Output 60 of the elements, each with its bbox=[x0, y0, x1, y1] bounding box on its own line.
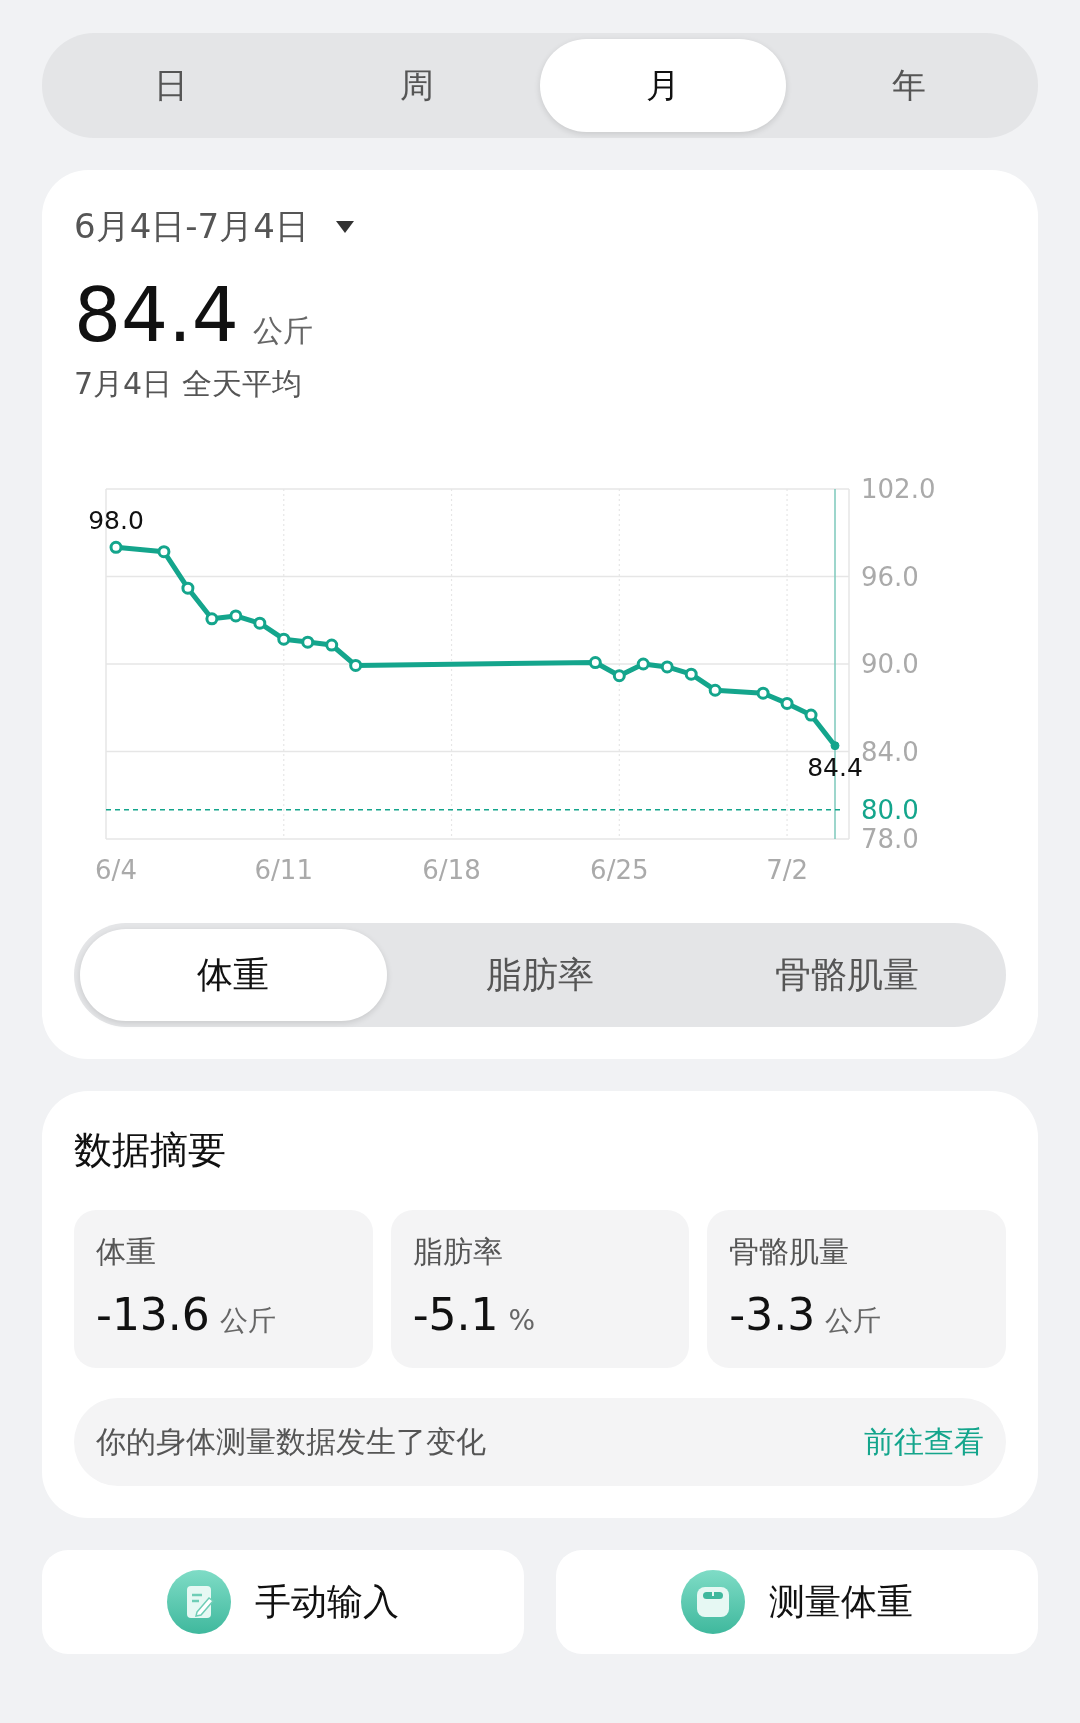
data-point bbox=[205, 612, 219, 626]
data-point bbox=[325, 638, 339, 652]
data-point bbox=[636, 657, 650, 671]
tab[interactable]: 月 bbox=[540, 39, 786, 132]
card-label: 骨骼肌量 bbox=[729, 1233, 851, 1271]
tab[interactable]: 骨骼肌量 bbox=[693, 929, 1000, 1021]
card-label: 体重 bbox=[96, 1233, 157, 1271]
y-axis-label: 102.0 bbox=[861, 474, 936, 504]
data-point bbox=[708, 683, 722, 697]
section-title: 数据摘要 bbox=[74, 1127, 227, 1174]
x-axis-label: 6/18 bbox=[422, 855, 481, 885]
x-axis-label: 6/25 bbox=[590, 855, 649, 885]
x-axis-label: 7/2 bbox=[766, 855, 808, 885]
data-point bbox=[277, 632, 291, 646]
data-point bbox=[229, 609, 243, 623]
data-point bbox=[756, 686, 770, 700]
tab[interactable]: 年 bbox=[786, 39, 1032, 132]
tab[interactable]: 周 bbox=[294, 39, 540, 132]
notice-text: 你的身体测量数据发生了变化 bbox=[96, 1422, 486, 1461]
unit-label: 公斤 bbox=[252, 312, 313, 350]
note-edit-icon bbox=[167, 1570, 231, 1634]
data-point bbox=[588, 656, 602, 670]
unit-label: % bbox=[508, 1304, 536, 1337]
goal-label: 80.0 bbox=[861, 794, 919, 825]
data-point bbox=[253, 616, 267, 630]
x-axis-label: 6/11 bbox=[254, 855, 313, 885]
unit-label: 公斤 bbox=[219, 1303, 276, 1339]
data-point bbox=[612, 669, 626, 683]
data-point bbox=[684, 667, 698, 681]
data-point bbox=[349, 658, 363, 672]
y-axis-label: 90.0 bbox=[861, 649, 919, 679]
y-axis-label: 84.0 bbox=[861, 736, 919, 767]
weight-value: 84.4 bbox=[74, 278, 239, 352]
value-label: 84.4 bbox=[807, 752, 863, 782]
caret-icon bbox=[334, 220, 355, 234]
unit-label: 公斤 bbox=[825, 1303, 882, 1339]
action-button[interactable]: 手动输入 bbox=[42, 1550, 524, 1654]
data-point bbox=[109, 540, 123, 554]
change-value: -13.6 bbox=[96, 1289, 210, 1340]
change-value: -5.1 bbox=[412, 1289, 499, 1340]
data-point bbox=[301, 635, 315, 649]
tab[interactable]: 体重 bbox=[80, 929, 387, 1021]
date-subtitle: 7月4日 全天平均 bbox=[74, 365, 303, 403]
card-label: 脂肪率 bbox=[412, 1233, 504, 1271]
data-point bbox=[181, 581, 195, 595]
data-point bbox=[780, 696, 794, 710]
data-point bbox=[830, 741, 840, 751]
x-axis-label: 6/4 bbox=[95, 855, 137, 885]
data-point bbox=[804, 708, 818, 722]
tab[interactable]: 日 bbox=[48, 39, 294, 132]
data-point bbox=[660, 660, 674, 674]
y-axis-label: 96.0 bbox=[861, 561, 919, 592]
change-value: -3.3 bbox=[729, 1289, 816, 1340]
data-point bbox=[157, 545, 171, 559]
y-axis-label: 78.0 bbox=[861, 824, 919, 854]
scale-icon bbox=[681, 1570, 745, 1634]
action-button[interactable]: 测量体重 bbox=[556, 1550, 1038, 1654]
value-label: 98.0 bbox=[88, 506, 144, 536]
tab[interactable]: 脂肪率 bbox=[386, 929, 694, 1021]
date-range-dropdown[interactable]: 6月4日-7月4日 bbox=[74, 204, 355, 250]
